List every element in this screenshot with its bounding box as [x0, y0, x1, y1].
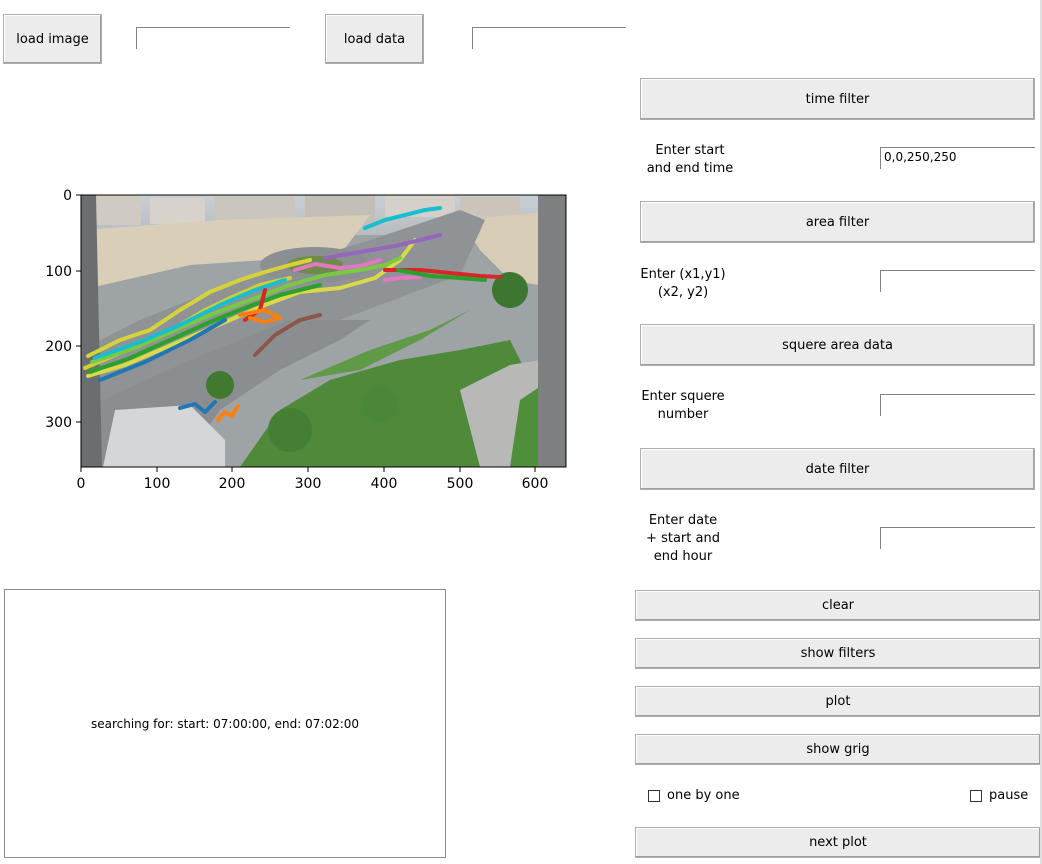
date-prompt-label: Enter date + start and end hour [628, 512, 738, 566]
x-tick-label: 100 [144, 476, 171, 490]
y-tick-label: 0 [63, 188, 72, 204]
trajectory-plot: 0 100 200 300 400 500 600 0 100 200 300 [45, 188, 567, 490]
area-prompt-line2: (x2, y2) [657, 285, 709, 300]
show-grid-button[interactable]: show grig [635, 734, 1041, 765]
square-prompt-line2: number [657, 407, 709, 422]
x-tick-label: 200 [219, 476, 246, 490]
data-path-field[interactable] [472, 27, 626, 49]
time-prompt-line2: and end time [646, 161, 734, 176]
pause-label: pause [989, 788, 1029, 803]
one-by-one-label: one by one [667, 788, 740, 803]
square-input[interactable] [880, 394, 1035, 416]
load-image-button[interactable]: load image [3, 14, 102, 64]
date-filter-button[interactable]: date filter [640, 448, 1035, 490]
x-tick-label: 400 [371, 476, 398, 490]
pause-checkbox[interactable]: pause [970, 788, 1028, 803]
date-prompt-line3: end hour [653, 549, 713, 564]
area-prompt-label: Enter (x1,y1) (x2, y2) [628, 266, 738, 302]
square-prompt-label: Enter squere number [628, 388, 738, 424]
clear-button[interactable]: clear [635, 590, 1041, 621]
checkbox-box[interactable] [648, 789, 660, 802]
y-tick-label: 100 [45, 264, 72, 280]
time-input[interactable]: 0,0,250,250 [880, 147, 1035, 169]
y-tick-label: 200 [45, 339, 72, 355]
next-plot-button[interactable]: next plot [635, 827, 1041, 858]
area-filter-button[interactable]: area filter [640, 201, 1035, 243]
date-prompt-line1: Enter date [648, 513, 718, 528]
time-filter-button[interactable]: time filter [640, 78, 1035, 120]
camera-image [81, 195, 566, 467]
date-input[interactable] [880, 527, 1035, 549]
load-data-button[interactable]: load data [325, 14, 424, 64]
square-prompt-line1: Enter squere [641, 389, 725, 404]
y-tick-label: 300 [45, 415, 72, 431]
time-prompt-line1: Enter start [655, 143, 725, 158]
time-prompt-label: Enter start and end time [635, 142, 745, 178]
area-input[interactable] [880, 270, 1035, 292]
plot-button[interactable]: plot [635, 686, 1041, 717]
one-by-one-checkbox[interactable]: one by one [648, 788, 740, 803]
show-filters-button[interactable]: show filters [635, 638, 1041, 669]
y-axis: 0 100 200 300 [45, 188, 81, 431]
x-tick-label: 0 [77, 476, 86, 490]
x-axis: 0 100 200 300 400 500 600 [77, 467, 549, 490]
area-prompt-line1: Enter (x1,y1) [640, 267, 726, 282]
status-message: searching for: start: 07:00:00, end: 07:… [90, 716, 360, 731]
date-prompt-line2: + start and [646, 531, 720, 546]
checkbox-box[interactable] [970, 789, 982, 802]
status-output-panel: searching for: start: 07:00:00, end: 07:… [4, 589, 446, 858]
image-path-field[interactable] [136, 27, 290, 49]
x-tick-label: 500 [447, 476, 474, 490]
x-tick-label: 300 [295, 476, 322, 490]
x-tick-label: 600 [522, 476, 549, 490]
square-area-button[interactable]: squere area data [640, 324, 1035, 366]
